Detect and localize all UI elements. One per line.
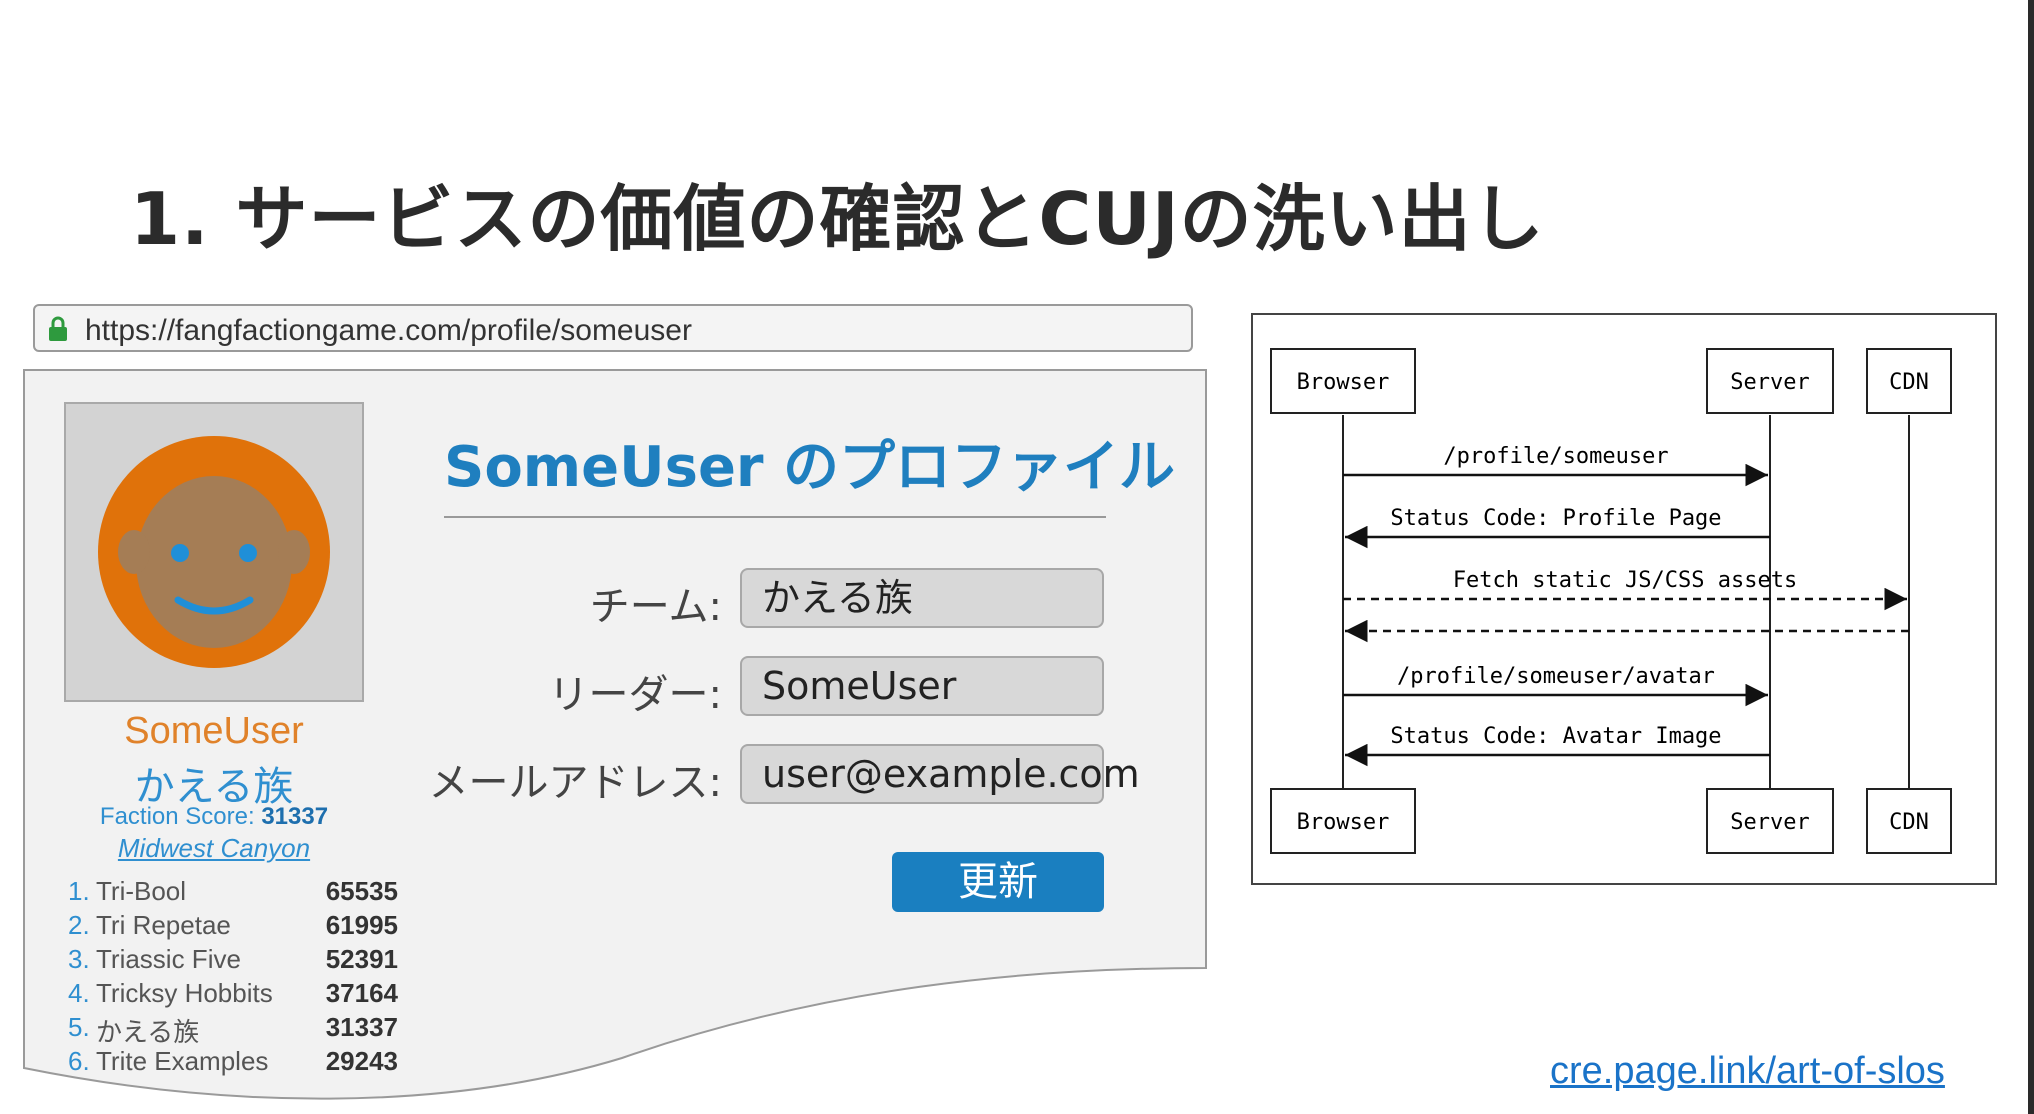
leader-field[interactable]: SomeUser bbox=[740, 656, 1104, 716]
leaderboard-rank: 2. bbox=[68, 910, 90, 940]
team-label: チーム: bbox=[589, 584, 722, 630]
message-label: Status Code: Profile Page bbox=[1390, 506, 1721, 531]
leaderboard-rank: 3. bbox=[68, 944, 90, 974]
leaderboard-rank: 4. bbox=[68, 978, 90, 1008]
avatar bbox=[64, 402, 364, 702]
profile-username: SomeUser bbox=[124, 710, 304, 752]
message-label: Fetch static JS/CSS assets bbox=[1453, 568, 1797, 593]
profile-heading: SomeUser のプロファイル bbox=[444, 435, 1176, 500]
cdn-label-bottom: CDN bbox=[1889, 810, 1929, 835]
sequence-diagram-canvas: Browser Server CDN /profile/someuser Sta… bbox=[1270, 348, 1952, 854]
leader-label: リーダー: bbox=[548, 672, 722, 718]
leaderboard-score: 29243 bbox=[325, 1046, 398, 1076]
sequence-diagram: Browser Server CDN /profile/someuser Sta… bbox=[1251, 313, 1997, 885]
slide-title: 1. サービスの価値の確認とCUJの洗い出し bbox=[130, 177, 1545, 261]
leaderboard-team: Triassic Five bbox=[96, 944, 241, 974]
leaderboard-score: 37164 bbox=[325, 978, 398, 1008]
leaderboard-team: Tri Repetae bbox=[96, 910, 231, 940]
server-label-bottom: Server bbox=[1730, 810, 1809, 835]
leaderboard-team: Tri-Bool bbox=[96, 876, 187, 906]
faction-score-value: 31337 bbox=[261, 803, 329, 830]
slide-edge bbox=[2028, 0, 2034, 1114]
leaderboard-score: 31337 bbox=[325, 1012, 398, 1042]
leaderboard-row: 6. Trite Examples 29243 bbox=[68, 1046, 398, 1080]
update-button[interactable]: 更新 bbox=[892, 852, 1104, 912]
faction-score: Faction Score: 31337 bbox=[64, 803, 364, 831]
leaderboard-rank: 6. bbox=[68, 1046, 90, 1076]
leaderboard-team: Tricksy Hobbits bbox=[96, 978, 273, 1008]
faction-score-label: Faction Score: bbox=[99, 803, 255, 830]
leaderboard-score: 61995 bbox=[325, 910, 398, 940]
email-field[interactable]: user@example.com bbox=[740, 744, 1140, 804]
message-label: /profile/someuser bbox=[1443, 444, 1668, 469]
leaderboard-team: かえる族 bbox=[96, 1017, 200, 1047]
leaderboard-row: 5. かえる族 31337 bbox=[68, 1012, 398, 1047]
leaderboard-row: 3. Triassic Five 52391 bbox=[68, 944, 398, 978]
cdn-label-top: CDN bbox=[1889, 370, 1929, 395]
lock-icon bbox=[49, 316, 67, 341]
leaderboard-score: 65535 bbox=[325, 876, 398, 906]
heading-divider bbox=[444, 516, 1106, 518]
leaderboard-rank: 5. bbox=[68, 1012, 90, 1042]
address-bar[interactable]: https://fangfactiongame.com/profile/some… bbox=[33, 304, 1193, 352]
browser-label-bottom: Browser bbox=[1297, 810, 1390, 835]
leaderboard-team: Trite Examples bbox=[96, 1046, 269, 1076]
leaderboard: 1. Tri-Bool 65535 2. Tri Repetae 61995 3… bbox=[68, 876, 398, 1080]
team-field[interactable]: かえる族 bbox=[740, 568, 1104, 628]
message-label: Status Code: Avatar Image bbox=[1390, 724, 1721, 749]
url-text[interactable]: https://fangfactiongame.com/profile/some… bbox=[85, 314, 692, 348]
leaderboard-row: 1. Tri-Bool 65535 bbox=[68, 876, 398, 910]
region-link[interactable]: Midwest Canyon bbox=[64, 833, 364, 864]
reference-link[interactable]: cre.page.link/art-of-slos bbox=[1550, 1050, 1945, 1093]
email-label: メールアドレス: bbox=[428, 760, 722, 806]
user-avatar-face-icon bbox=[98, 436, 330, 668]
server-label-top: Server bbox=[1730, 370, 1809, 395]
leaderboard-score: 52391 bbox=[325, 944, 398, 974]
leaderboard-row: 4. Tricksy Hobbits 37164 bbox=[68, 978, 398, 1012]
leaderboard-row: 2. Tri Repetae 61995 bbox=[68, 910, 398, 944]
browser-label-top: Browser bbox=[1297, 370, 1390, 395]
leaderboard-rank: 1. bbox=[68, 876, 90, 906]
message-label: /profile/someuser/avatar bbox=[1397, 664, 1715, 689]
